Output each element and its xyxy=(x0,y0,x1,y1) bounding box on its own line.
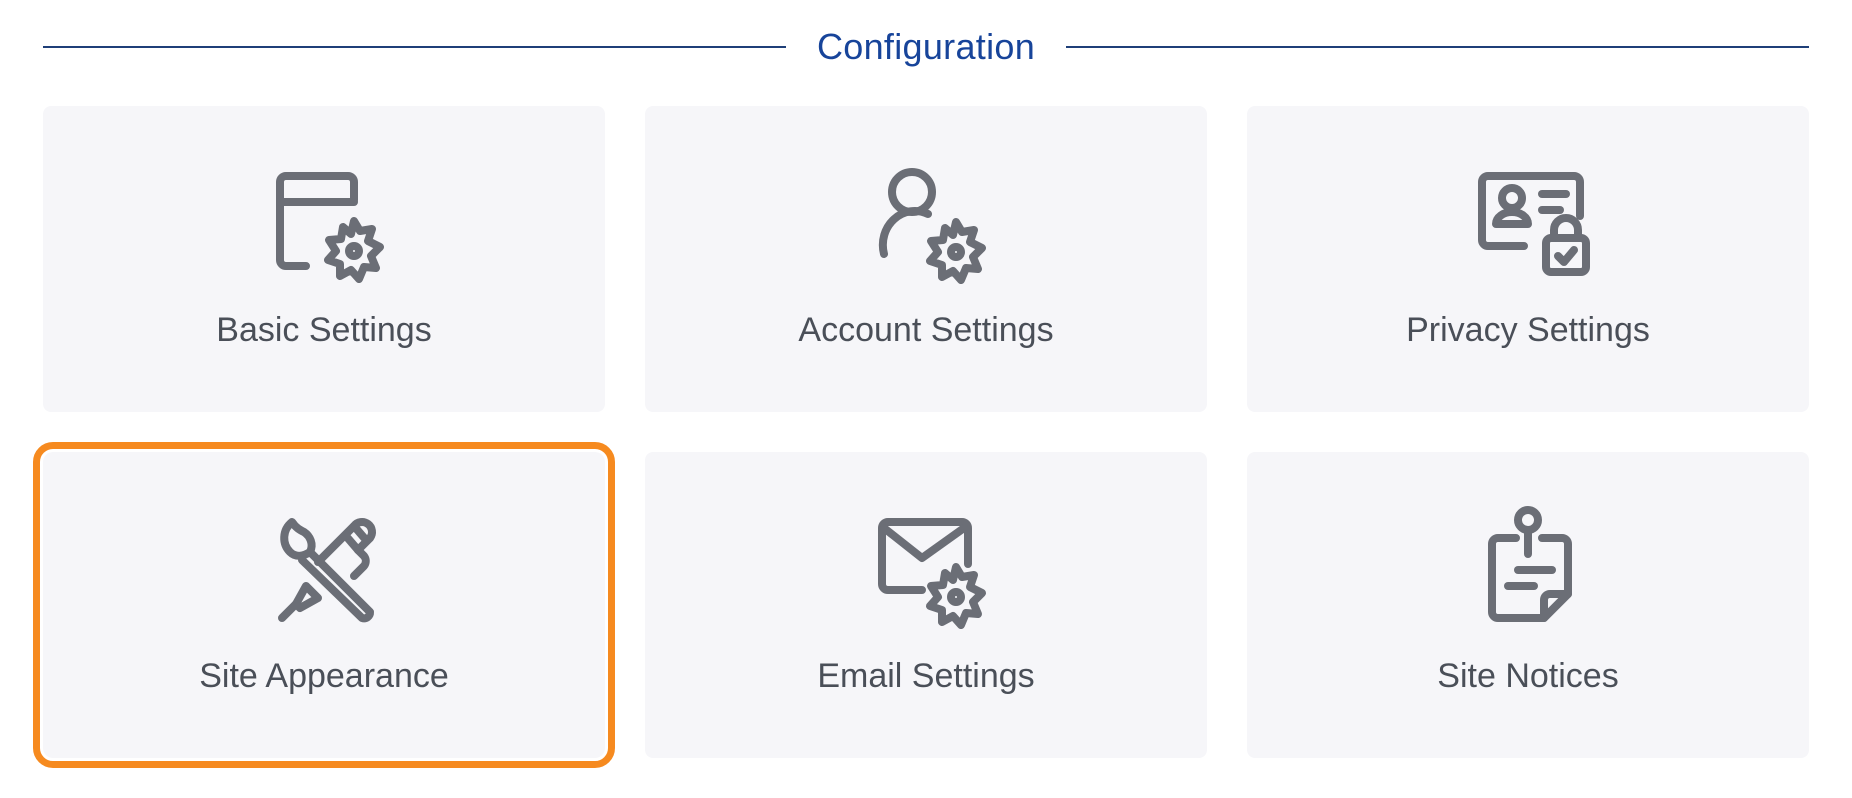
card-site-notices[interactable]: Site Notices xyxy=(1247,452,1809,758)
card-site-appearance[interactable]: Site Appearance xyxy=(33,442,615,768)
card-label: Basic Settings xyxy=(216,311,432,349)
envelope-gear-icon xyxy=(860,500,992,632)
user-gear-icon xyxy=(860,154,992,286)
section-title: Configuration xyxy=(816,26,1036,67)
pinned-note-icon xyxy=(1462,500,1594,632)
divider-left xyxy=(43,46,786,48)
card-label: Email Settings xyxy=(817,657,1035,695)
brush-pen-icon xyxy=(258,500,390,632)
divider-right xyxy=(1066,46,1810,48)
browser-gear-icon xyxy=(258,154,390,286)
section-header: Configuration xyxy=(43,18,1810,76)
card-account-settings[interactable]: Account Settings xyxy=(645,106,1207,412)
card-label: Site Notices xyxy=(1437,657,1619,695)
id-card-lock-icon xyxy=(1462,154,1594,286)
card-email-settings[interactable]: Email Settings xyxy=(645,452,1207,758)
card-label: Privacy Settings xyxy=(1406,311,1650,349)
card-basic-settings[interactable]: Basic Settings xyxy=(43,106,605,412)
card-privacy-settings[interactable]: Privacy Settings xyxy=(1247,106,1809,412)
card-label: Site Appearance xyxy=(199,657,449,695)
card-label: Account Settings xyxy=(798,311,1054,349)
